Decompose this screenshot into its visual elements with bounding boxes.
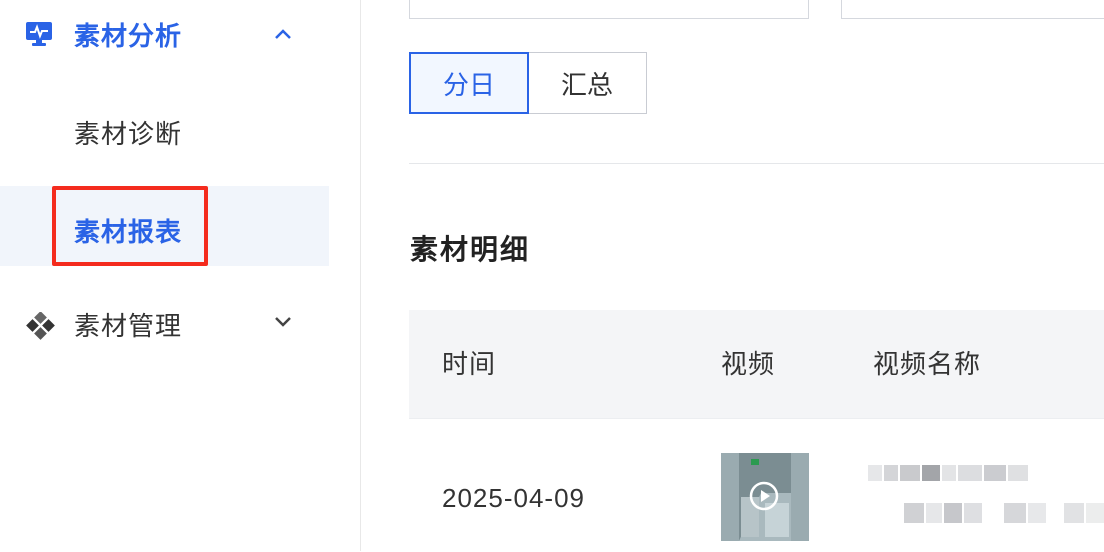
tab-daily[interactable]: 分日: [409, 52, 529, 114]
sidebar-item-material-diagnosis[interactable]: 素材诊断: [0, 90, 329, 170]
diamond-grid-icon: [25, 311, 57, 344]
table-header: 时间 视频 视频名称: [409, 310, 1104, 418]
menu-group-management[interactable]: 素材管理: [0, 290, 329, 356]
column-header-time[interactable]: 时间: [442, 344, 496, 381]
section-title: 素材明细: [410, 234, 531, 265]
table-row: 2025-04-09: [409, 418, 1104, 552]
chevron-down-icon[interactable]: [272, 310, 294, 332]
sidebar-item-label: 素材诊断: [74, 119, 183, 149]
cell-video-name-redacted: [864, 463, 1104, 543]
menu-group-analysis-label: 素材分析: [74, 21, 183, 51]
menu-group-analysis[interactable]: 素材分析: [0, 0, 329, 70]
filter-select[interactable]: [841, 0, 1104, 19]
cell-date: 2025-04-09: [442, 483, 585, 513]
menu-group-management-label: 素材管理: [74, 311, 183, 341]
filter-select[interactable]: [409, 0, 809, 19]
chevron-up-icon[interactable]: [272, 24, 294, 46]
play-icon[interactable]: [749, 481, 779, 511]
video-thumbnail[interactable]: [721, 453, 809, 541]
highlight-annotation-box: [52, 186, 208, 266]
monitor-pulse-icon: [25, 20, 53, 48]
divider: [409, 163, 1104, 164]
column-header-video[interactable]: 视频: [721, 344, 775, 381]
column-header-video-name[interactable]: 视频名称: [873, 344, 981, 381]
tab-summary[interactable]: 汇总: [527, 52, 647, 114]
sidebar: 素材分析 素材诊断 素材报表 素材管理: [0, 0, 361, 551]
